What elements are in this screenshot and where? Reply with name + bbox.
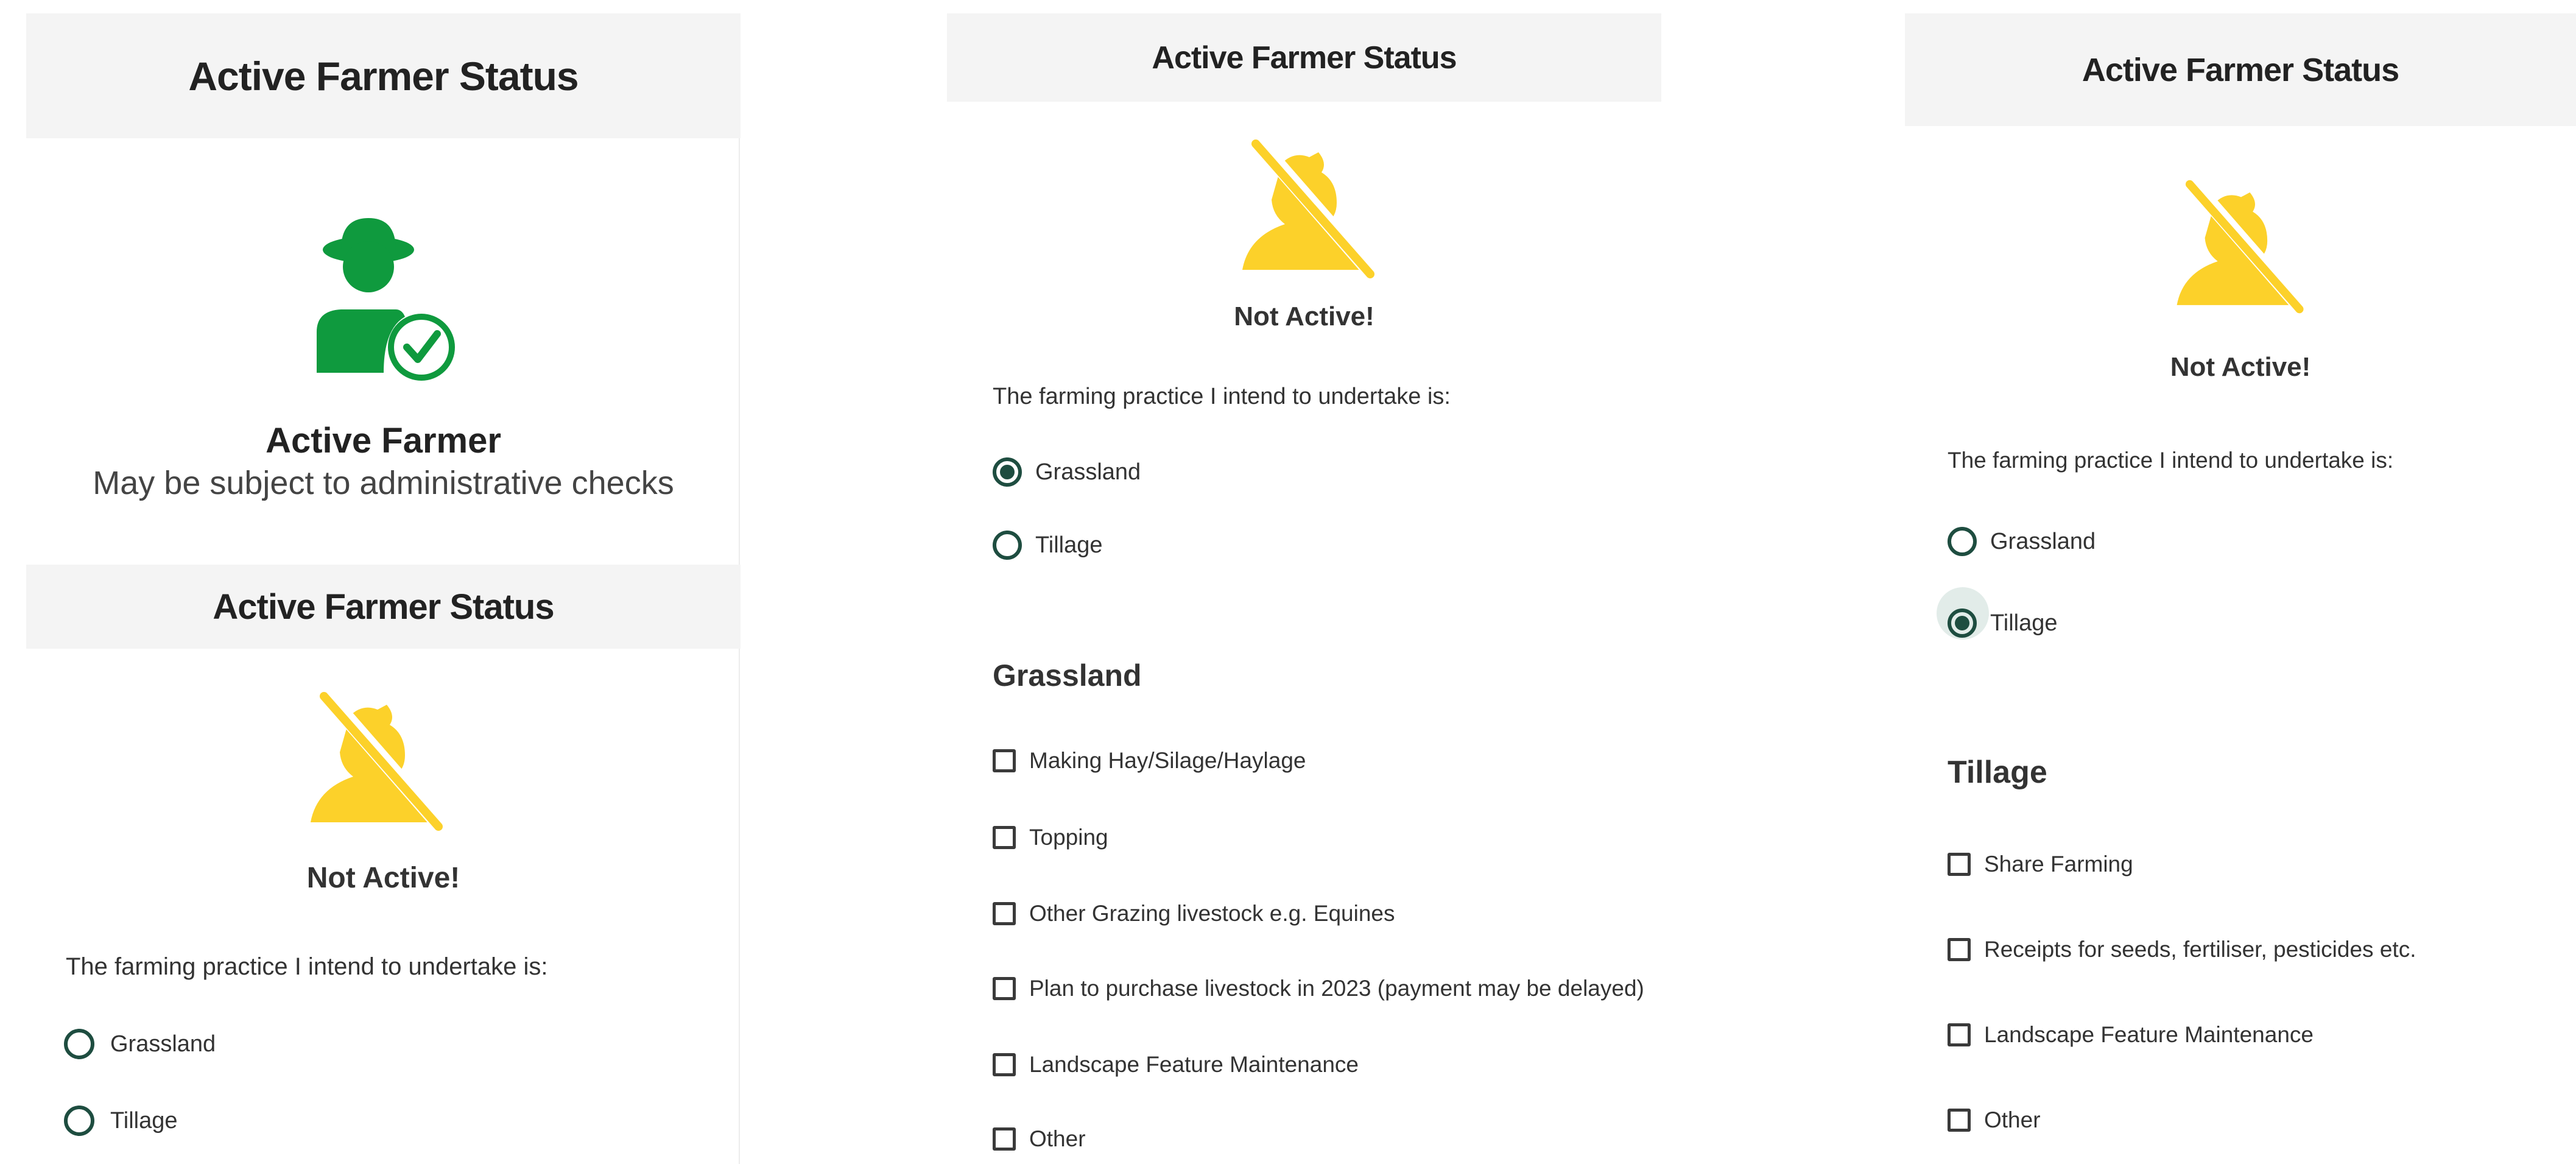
- checkbox-label: Landscape Feature Maintenance: [1984, 1022, 2314, 1047]
- radio-label: Tillage: [1990, 610, 2058, 636]
- checkbox-item[interactable]: Other: [993, 1126, 1086, 1152]
- status-not-active: Not Active!: [306, 862, 460, 894]
- checkbox-item[interactable]: Share Farming: [1948, 851, 2133, 878]
- checkbox[interactable]: [993, 749, 1016, 772]
- checkbox-item[interactable]: Receipts for seeds, fertiliser, pesticid…: [1948, 936, 2416, 963]
- panel-header: Active Farmer Status: [26, 565, 741, 649]
- checkbox-item[interactable]: Landscape Feature Maintenance: [993, 1051, 1359, 1078]
- radio-label: Grassland: [110, 1031, 216, 1057]
- panel-header: Active Farmer Status: [947, 13, 1661, 102]
- radio-option-grassland[interactable]: Grassland: [64, 1028, 216, 1060]
- radio-option-grassland[interactable]: Grassland: [993, 457, 1141, 487]
- checkbox-item[interactable]: Other: [1948, 1107, 2041, 1134]
- radio-label: Tillage: [110, 1107, 178, 1134]
- radio-button[interactable]: [1948, 527, 1977, 556]
- status-subtitle: May be subject to administrative checks: [93, 465, 674, 501]
- status-not-active: Not Active!: [2170, 352, 2311, 382]
- checkbox-label: Other: [1984, 1107, 2041, 1132]
- panel-header-title: Active Farmer Status: [188, 53, 579, 99]
- panel-header: Active Farmer Status: [26, 13, 741, 138]
- checkbox-item[interactable]: Topping: [993, 824, 1108, 851]
- checkbox-item[interactable]: Other Grazing livestock e.g. Equines: [993, 900, 1395, 927]
- practice-question: The farming practice I intend to underta…: [1948, 448, 2394, 473]
- radio-label: Tillage: [1035, 532, 1103, 558]
- checkbox[interactable]: [993, 826, 1016, 849]
- checkbox[interactable]: [993, 1053, 1016, 1076]
- radio-option-tillage[interactable]: Tillage: [64, 1105, 178, 1137]
- checkbox-item[interactable]: Making Hay/Silage/Haylage: [993, 747, 1306, 774]
- checkbox-label: Making Hay/Silage/Haylage: [1029, 748, 1306, 773]
- checkbox-label: Receipts for seeds, fertiliser, pesticid…: [1984, 937, 2416, 962]
- panel-header: Active Farmer Status: [1905, 13, 2576, 126]
- checkbox-label: Topping: [1029, 825, 1108, 850]
- checkbox[interactable]: [1948, 1023, 1971, 1046]
- section-title: Tillage: [1948, 755, 2047, 790]
- checkbox[interactable]: [993, 977, 1016, 1000]
- checkbox-label: Plan to purchase livestock in 2023 (paym…: [1029, 976, 1644, 1001]
- radio-button-selected[interactable]: [1948, 608, 1977, 638]
- checkbox-label: Other Grazing livestock e.g. Equines: [1029, 901, 1395, 926]
- radio-button[interactable]: [64, 1106, 94, 1136]
- checkbox[interactable]: [993, 902, 1016, 925]
- radio-option-tillage[interactable]: Tillage: [993, 530, 1103, 560]
- checkbox[interactable]: [1948, 853, 1971, 876]
- status-title: Active Farmer: [266, 421, 501, 460]
- not-active-farmer-icon: [304, 691, 451, 831]
- radio-button[interactable]: [64, 1029, 94, 1059]
- checkbox-item[interactable]: Landscape Feature Maintenance: [1948, 1021, 2314, 1048]
- radio-option-tillage[interactable]: Tillage: [1948, 608, 2058, 638]
- panel-header-title: Active Farmer Status: [1152, 40, 1457, 76]
- radio-label: Grassland: [1035, 459, 1141, 485]
- practice-question: The farming practice I intend to underta…: [66, 953, 548, 980]
- panel-header-title: Active Farmer Status: [2082, 51, 2399, 88]
- active-farmer-check-icon: [311, 213, 457, 390]
- not-active-farmer-icon: [2171, 171, 2311, 323]
- status-not-active: Not Active!: [1234, 302, 1374, 331]
- radio-label: Grassland: [1990, 528, 2096, 554]
- panel-header-title: Active Farmer Status: [213, 587, 554, 627]
- checkbox[interactable]: [1948, 1109, 1971, 1132]
- radio-button-selected[interactable]: [993, 457, 1022, 487]
- radio-option-grassland[interactable]: Grassland: [1948, 526, 2096, 557]
- checkbox-item[interactable]: Plan to purchase livestock in 2023 (paym…: [993, 975, 1644, 1002]
- checkbox-label: Other: [1029, 1126, 1086, 1151]
- checkbox[interactable]: [993, 1127, 1016, 1151]
- radio-button[interactable]: [993, 531, 1022, 560]
- checkbox[interactable]: [1948, 938, 1971, 961]
- section-title: Grassland: [993, 658, 1142, 693]
- checkbox-label: Share Farming: [1984, 852, 2133, 877]
- card-border: [739, 649, 740, 1164]
- practice-question: The farming practice I intend to underta…: [993, 384, 1451, 409]
- not-active-farmer-icon: [1236, 139, 1382, 279]
- checkbox-label: Landscape Feature Maintenance: [1029, 1052, 1359, 1077]
